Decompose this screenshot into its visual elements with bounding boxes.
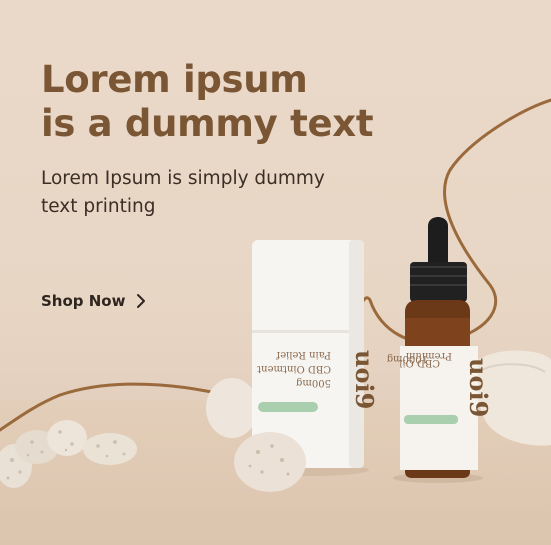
ointment-line2-label: CBD Ointment: [257, 363, 331, 374]
shop-now-label: Shop Now: [41, 292, 126, 310]
oil-bottle: uoi9 Premium CBD Oil 1000mg: [386, 217, 493, 483]
ointment-brand-label: uoi9: [350, 350, 379, 409]
chevron-right-icon: [137, 294, 146, 308]
oil-line3-label: 1000mg: [386, 353, 428, 364]
shop-now-link[interactable]: Shop Now: [41, 292, 147, 310]
headline: Lorem ipsum is a dummy text: [41, 58, 374, 146]
subtitle: Lorem Ipsum is simply dummy text printin…: [41, 165, 325, 221]
rock-behind: [206, 378, 258, 438]
headline-line-2: is a dummy text: [41, 102, 374, 145]
rocks-left: [0, 420, 137, 488]
ointment-line3-label: 500mg: [295, 377, 331, 388]
promo-banner: uoi9 Pain Relief CBD Ointment 500mg uoi9…: [0, 0, 551, 545]
subtitle-line-2: text printing: [41, 196, 156, 217]
ointment-line1-label: Pain Relief: [275, 349, 331, 360]
subtitle-line-1: Lorem Ipsum is simply dummy: [41, 168, 325, 189]
headline-line-1: Lorem ipsum: [41, 58, 308, 101]
oil-brand-label: uoi9: [464, 358, 493, 417]
rock-front: [234, 432, 306, 492]
